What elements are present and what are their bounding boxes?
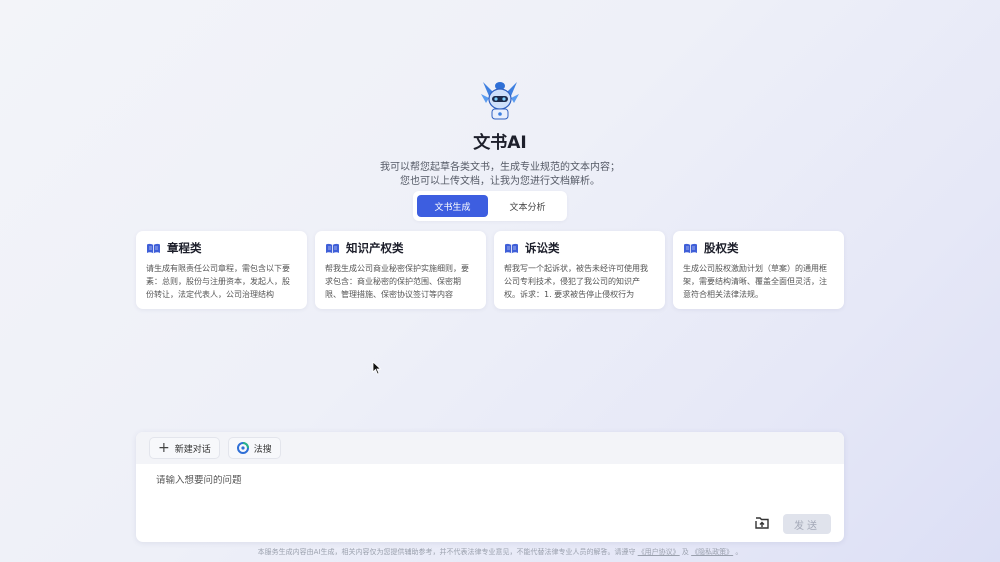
plus-icon: + — [158, 440, 170, 456]
footer-end: 。 — [735, 548, 743, 556]
new-chat-label: 新建对话 — [174, 444, 211, 455]
tab-document-generation[interactable]: 文书生成 — [417, 195, 488, 217]
template-card-ip[interactable]: 知识产权类 帮我生成公司商业秘密保护实施细则，要求包含：商业秘密的保护范围、保密… — [315, 231, 486, 309]
disclaimer-footer: 本服务生成内容由AI生成，相关内容仅为您提供辅助参考，并不代表法律专业意见，不能… — [0, 547, 1000, 557]
book-icon — [505, 243, 518, 253]
card-description: 请生成有限责任公司章程，需包含以下要素：总则，股份与注册资本，发起人，股份转让，… — [146, 264, 290, 299]
tab-text-analysis[interactable]: 文本分析 — [492, 195, 563, 217]
mouse-cursor-icon — [372, 361, 382, 375]
mode-tabs: 文书生成 文本分析 — [413, 191, 567, 221]
hero: 文书AI 我可以帮您起草各类文书，生成专业规范的文本内容； 您也可以上传文档，让… — [0, 76, 1000, 189]
disclaimer-text: 本服务生成内容由AI生成，相关内容仅为您提供辅助参考，并不代表法律专业意见，不能… — [257, 548, 636, 556]
question-input[interactable] — [156, 475, 716, 486]
template-card-equity[interactable]: 股权类 生成公司股权激励计划（草案）的通用框架，需要结构清晰、覆盖全面但灵活，注… — [673, 231, 844, 309]
card-title: 股权类 — [704, 241, 739, 255]
new-chat-button[interactable]: + 新建对话 — [149, 437, 220, 459]
conjunction-text: 及 — [681, 548, 689, 556]
user-agreement-link[interactable]: 《用户协议》 — [638, 548, 680, 556]
subtitle-line-2: 您也可以上传文档，让我为您进行文档解析。 — [400, 176, 600, 187]
card-description: 生成公司股权激励计划（草案）的通用框架，需要结构清晰、覆盖全面但灵活，注意符合相… — [683, 264, 827, 299]
book-icon — [147, 243, 160, 253]
page-title: 文书AI — [473, 133, 527, 153]
template-card-articles[interactable]: 章程类 请生成有限责任公司章程，需包含以下要素：总则，股份与注册资本，发起人，股… — [136, 231, 307, 309]
send-button[interactable]: 发送 — [783, 514, 831, 534]
privacy-policy-link[interactable]: 《隐私政策》 — [691, 548, 733, 556]
book-icon — [684, 243, 697, 253]
robot-mascot-icon — [481, 82, 519, 120]
card-title: 章程类 — [167, 241, 202, 255]
composer-toolbar: + 新建对话 法搜 — [136, 432, 844, 464]
card-description: 帮我写一个起诉状，被告未经许可使用我公司专利技术，侵犯了我公司的知识产权。诉求：… — [504, 264, 648, 299]
fasou-button[interactable]: 法搜 — [227, 437, 281, 459]
fasou-logo-icon — [236, 442, 249, 454]
chat-composer: + 新建对话 法搜 发送 — [136, 432, 844, 542]
card-description: 帮我生成公司商业秘密保护实施细则，要求包含：商业秘密的保护范围、保密期限、管理措… — [325, 264, 469, 299]
card-title: 诉讼类 — [525, 241, 560, 255]
card-title: 知识产权类 — [346, 241, 404, 255]
subtitle-line-1: 我可以帮您起草各类文书，生成专业规范的文本内容； — [380, 162, 620, 173]
upload-icon[interactable] — [754, 514, 770, 530]
subtitle: 我可以帮您起草各类文书，生成专业规范的文本内容； 您也可以上传文档，让我为您进行… — [0, 161, 1000, 189]
template-card-litigation[interactable]: 诉讼类 帮我写一个起诉状，被告未经许可使用我公司专利技术，侵犯了我公司的知识产权… — [494, 231, 665, 309]
template-cards: 章程类 请生成有限责任公司章程，需包含以下要素：总则，股份与注册资本，发起人，股… — [136, 231, 844, 309]
book-icon — [326, 243, 339, 253]
fasou-label: 法搜 — [253, 444, 272, 455]
